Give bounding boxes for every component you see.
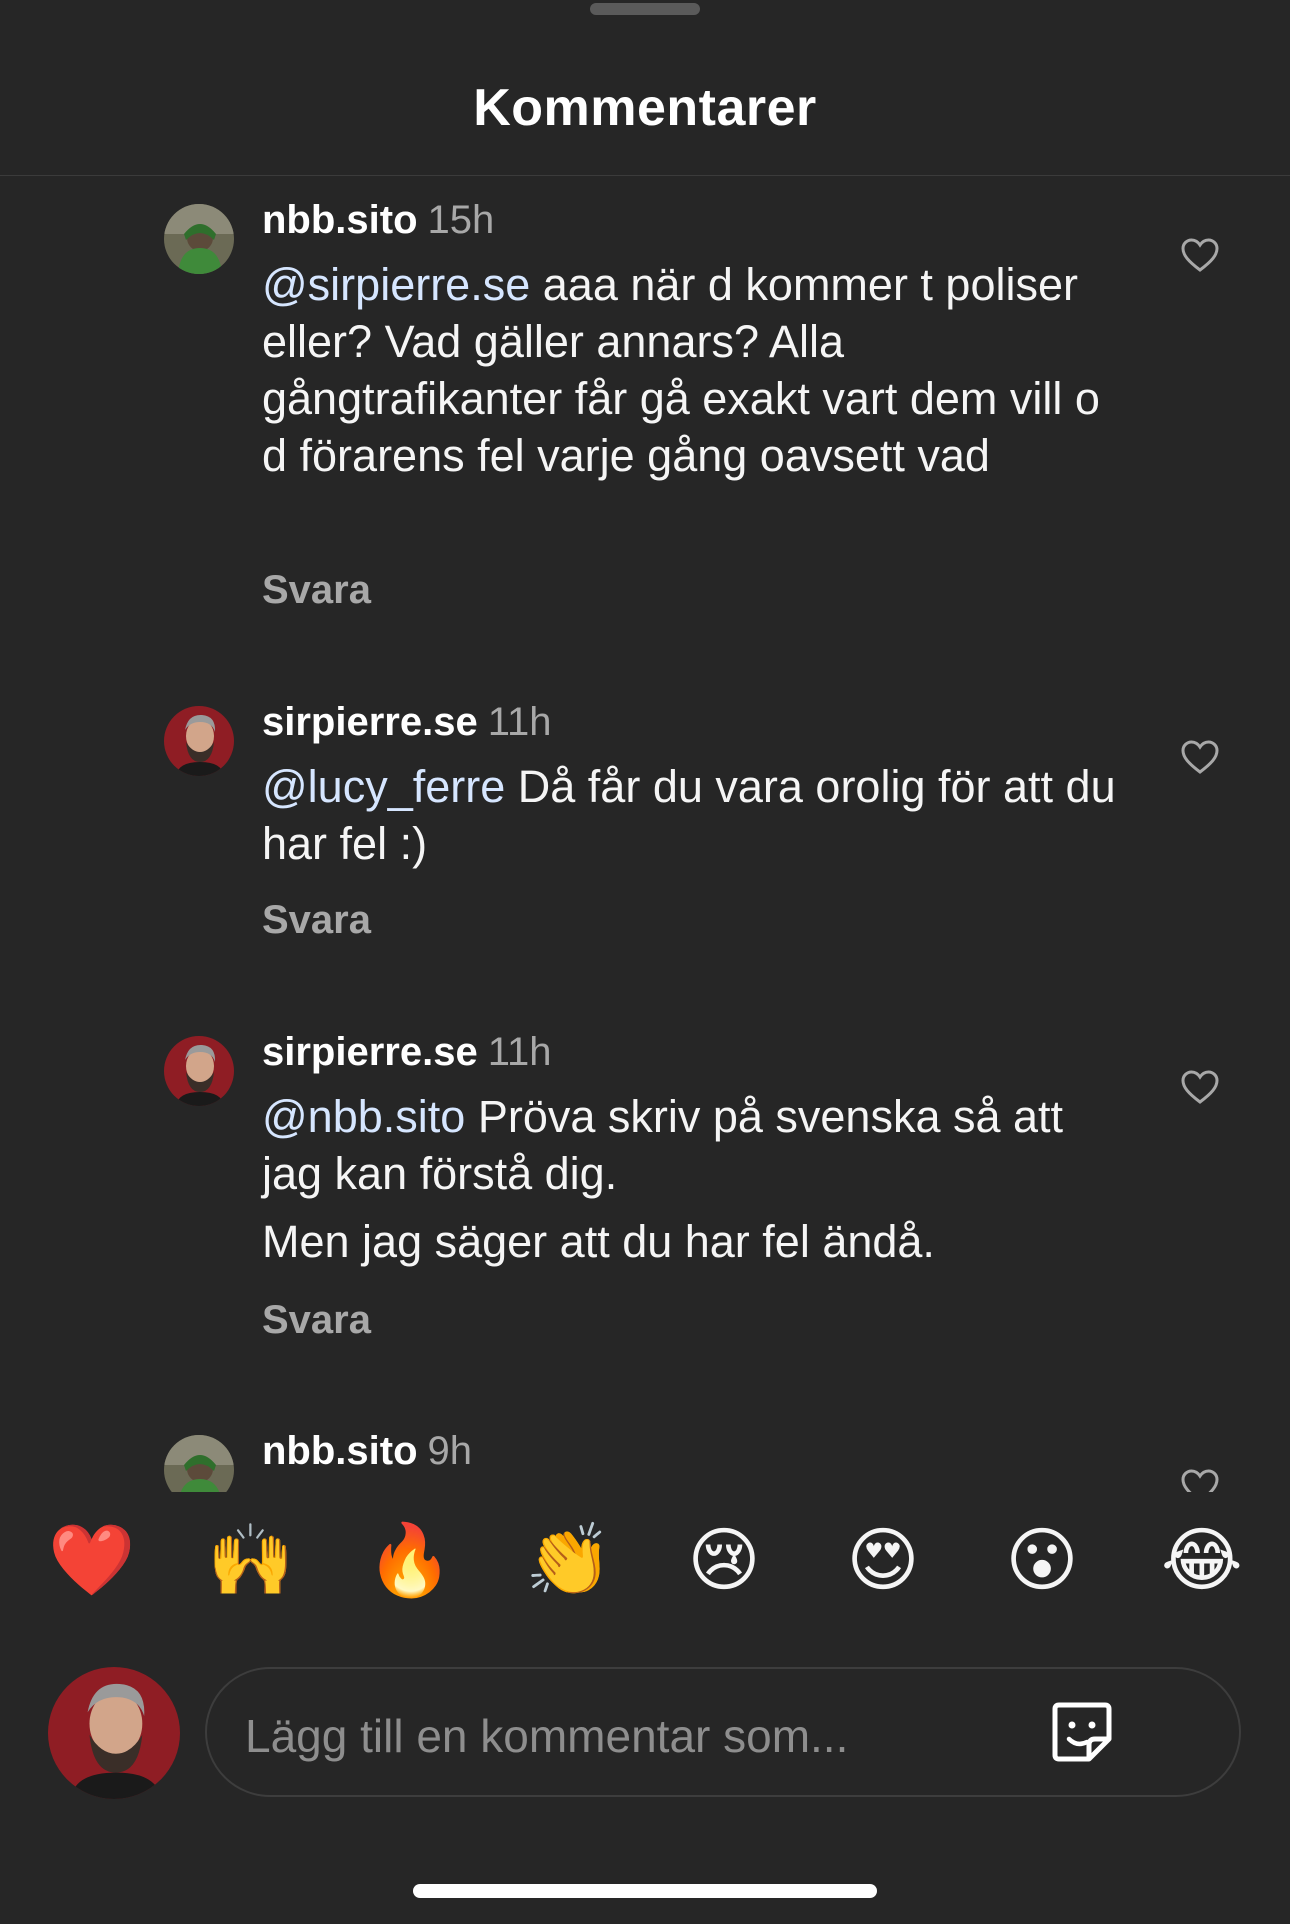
page-title: Kommentarer	[473, 79, 817, 137]
bearded-man-avatar-icon	[164, 706, 234, 776]
comment-time: 15h	[427, 198, 495, 242]
comment-header: nbb.sito 15h	[262, 196, 494, 244]
avatar[interactable]	[164, 204, 234, 274]
avatar[interactable]	[164, 1435, 234, 1492]
bearded-man-avatar-icon	[164, 1036, 234, 1106]
heart-icon[interactable]	[1180, 236, 1220, 276]
mention-link[interactable]: @sirpierre.se	[262, 259, 530, 310]
reaction-heart-eyes[interactable]: 😍	[843, 1520, 923, 1600]
comments-sheet: Kommentarer nbb.sito 15h @sirpierre.se aa…	[0, 0, 1290, 1924]
avatar[interactable]	[164, 706, 234, 776]
reply-button[interactable]: Svara	[262, 898, 371, 943]
green-hoodie-avatar-icon	[164, 1435, 234, 1492]
header: Kommentarer	[0, 0, 1290, 176]
comment-username[interactable]: nbb.sito	[262, 1429, 418, 1473]
comment-time: 11h	[487, 700, 552, 744]
green-hoodie-avatar-icon	[164, 204, 234, 274]
comment-time: 11h	[487, 1030, 552, 1074]
reaction-laughing[interactable]: 😂	[1161, 1520, 1243, 1600]
heart-icon[interactable]	[1180, 1068, 1220, 1108]
home-indicator	[413, 1884, 877, 1898]
reaction-crying[interactable]: 😢	[684, 1520, 764, 1600]
comment-username[interactable]: nbb.sito	[262, 198, 418, 242]
current-user-avatar	[48, 1667, 180, 1799]
reaction-clapping[interactable]: 👏	[525, 1520, 612, 1600]
comment-username[interactable]: sirpierre.se	[262, 1030, 478, 1074]
reaction-heart[interactable]: ❤️	[48, 1520, 135, 1600]
avatar[interactable]	[164, 1036, 234, 1106]
heart-icon[interactable]	[1180, 1467, 1220, 1492]
reaction-raised-hands[interactable]: 🙌	[207, 1520, 294, 1600]
comment-input-placeholder: Lägg till en kommentar som...	[245, 1710, 849, 1762]
comment-text: @sirpierre.se aaa när d kommer t poliser…	[262, 256, 1122, 484]
comment-time: 9h	[427, 1429, 473, 1473]
reply-button[interactable]: Svara	[262, 1298, 371, 1343]
comment-text: @nbb.sito Pröva skriv på svenska så att …	[262, 1088, 1122, 1270]
comment-list[interactable]: nbb.sito 15h @sirpierre.se aaa när d komm…	[0, 176, 1290, 1492]
heart-icon[interactable]	[1180, 738, 1220, 778]
comment-username[interactable]: sirpierre.se	[262, 700, 478, 744]
mention-link[interactable]: @lucy_ferre	[262, 761, 505, 812]
comment-header: sirpierre.se 11h	[262, 698, 551, 746]
comment-text: @lucy_ferre Då får du vara orolig för at…	[262, 758, 1122, 872]
comment-input[interactable]: Lägg till en kommentar som...	[205, 1667, 1241, 1797]
comment-header: sirpierre.se 11h	[262, 1028, 551, 1076]
reaction-fire[interactable]: 🔥	[366, 1520, 453, 1600]
comment-header: nbb.sito 9h	[262, 1427, 472, 1475]
bearded-man-avatar-icon	[48, 1667, 180, 1799]
reply-button[interactable]: Svara	[262, 568, 371, 613]
sticker-icon[interactable]	[1047, 1697, 1117, 1767]
reaction-surprised[interactable]: 😮	[1002, 1520, 1082, 1600]
comment-paragraph: Men jag säger att du har fel ändå.	[262, 1216, 935, 1267]
mention-link[interactable]: @nbb.sito	[262, 1091, 465, 1142]
reaction-bar: ❤️ 🙌 🔥 👏 😢 😍 😮 😂	[0, 1520, 1290, 1640]
